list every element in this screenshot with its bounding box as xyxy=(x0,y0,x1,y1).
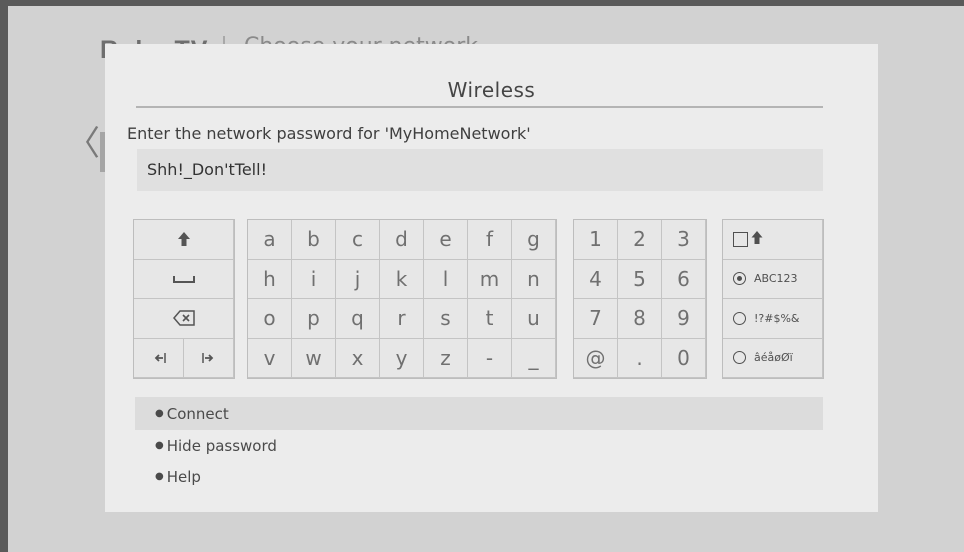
key-s[interactable]: s xyxy=(424,299,468,339)
password-field[interactable]: Shh!_Don'tTell! xyxy=(137,149,823,191)
mode-label: âéåøØï xyxy=(754,351,793,365)
radio-icon xyxy=(733,351,746,365)
key-y[interactable]: y xyxy=(380,338,424,378)
key-p[interactable]: p xyxy=(292,299,336,339)
key-m[interactable]: m xyxy=(468,259,512,299)
key-5[interactable]: 5 xyxy=(618,259,662,299)
space-icon[interactable] xyxy=(134,259,234,299)
key-v[interactable]: v xyxy=(248,338,292,378)
key-4[interactable]: 4 xyxy=(574,259,618,299)
key-6[interactable]: 6 xyxy=(662,259,706,299)
menu-item-label: Hide password xyxy=(166,436,277,455)
key-7[interactable]: 7 xyxy=(574,299,618,339)
chevron-left-icon[interactable]: 〈 xyxy=(66,127,100,161)
key-i[interactable]: i xyxy=(292,259,336,299)
key-b[interactable]: b xyxy=(292,220,336,260)
radio-icon xyxy=(733,311,746,325)
key-hyphen[interactable]: - xyxy=(468,338,512,378)
key-w[interactable]: w xyxy=(292,338,336,378)
bullet: ● xyxy=(155,471,164,482)
dialog-title: Wireless xyxy=(447,78,536,102)
caps-lock-icon xyxy=(751,230,763,249)
cursor-right-icon[interactable] xyxy=(184,338,234,378)
backspace-icon[interactable] xyxy=(134,299,234,339)
mode-label: ABC123 xyxy=(754,272,798,286)
key-n[interactable]: n xyxy=(512,259,556,299)
key-at[interactable]: @ xyxy=(574,338,618,378)
key-x[interactable]: x xyxy=(336,338,380,378)
key-j[interactable]: j xyxy=(336,259,380,299)
letter-keys: a b c d e f g h i j k l m n o p q r s t … xyxy=(247,219,557,379)
key-k[interactable]: k xyxy=(380,259,424,299)
key-q[interactable]: q xyxy=(336,299,380,339)
bullet: ● xyxy=(155,440,164,451)
key-0[interactable]: 0 xyxy=(662,338,706,378)
key-period[interactable]: . xyxy=(618,338,662,378)
mode-symbols[interactable]: !?#$%& xyxy=(723,299,823,339)
key-r[interactable]: r xyxy=(380,299,424,339)
caps-lock-key[interactable] xyxy=(723,220,823,260)
key-u[interactable]: u xyxy=(512,299,556,339)
cursor-left-icon[interactable] xyxy=(134,338,184,378)
mode-accents[interactable]: âéåøØï xyxy=(723,338,823,378)
wireless-password-dialog: Wireless Enter the network password for … xyxy=(105,44,878,512)
radio-selected-icon xyxy=(733,272,746,286)
key-2[interactable]: 2 xyxy=(618,220,662,260)
shift-icon[interactable] xyxy=(134,220,234,260)
key-o[interactable]: o xyxy=(248,299,292,339)
menu-item-label: Help xyxy=(166,467,201,486)
key-l[interactable]: l xyxy=(424,259,468,299)
mode-keys: ABC123 !?#$%& âéåøØï xyxy=(722,219,824,379)
key-a[interactable]: a xyxy=(248,220,292,260)
bullet: ● xyxy=(155,408,164,419)
mode-abc123[interactable]: ABC123 xyxy=(723,259,823,299)
password-prompt: Enter the network password for 'MyHomeNe… xyxy=(127,124,531,143)
help-button[interactable]: ● Help xyxy=(135,460,823,493)
key-underscore[interactable]: _ xyxy=(512,338,556,378)
key-f[interactable]: f xyxy=(468,220,512,260)
key-z[interactable]: z xyxy=(424,338,468,378)
title-divider xyxy=(136,106,823,108)
function-keys xyxy=(133,219,235,379)
password-value: Shh!_Don'tTell! xyxy=(147,160,267,179)
key-h[interactable]: h xyxy=(248,259,292,299)
key-1[interactable]: 1 xyxy=(574,220,618,260)
key-e[interactable]: e xyxy=(424,220,468,260)
menu-item-label: Connect xyxy=(166,404,229,423)
digit-keys: 1 2 3 4 5 6 7 8 9 @ . 0 xyxy=(573,219,707,379)
key-8[interactable]: 8 xyxy=(618,299,662,339)
connect-button[interactable]: ● Connect xyxy=(135,397,823,430)
key-c[interactable]: c xyxy=(336,220,380,260)
key-9[interactable]: 9 xyxy=(662,299,706,339)
key-d[interactable]: d xyxy=(380,220,424,260)
hide-password-button[interactable]: ● Hide password xyxy=(135,429,823,462)
key-t[interactable]: t xyxy=(468,299,512,339)
key-g[interactable]: g xyxy=(512,220,556,260)
checkbox-icon xyxy=(733,231,748,247)
mode-label: !?#$%& xyxy=(754,311,800,325)
key-3[interactable]: 3 xyxy=(662,220,706,260)
